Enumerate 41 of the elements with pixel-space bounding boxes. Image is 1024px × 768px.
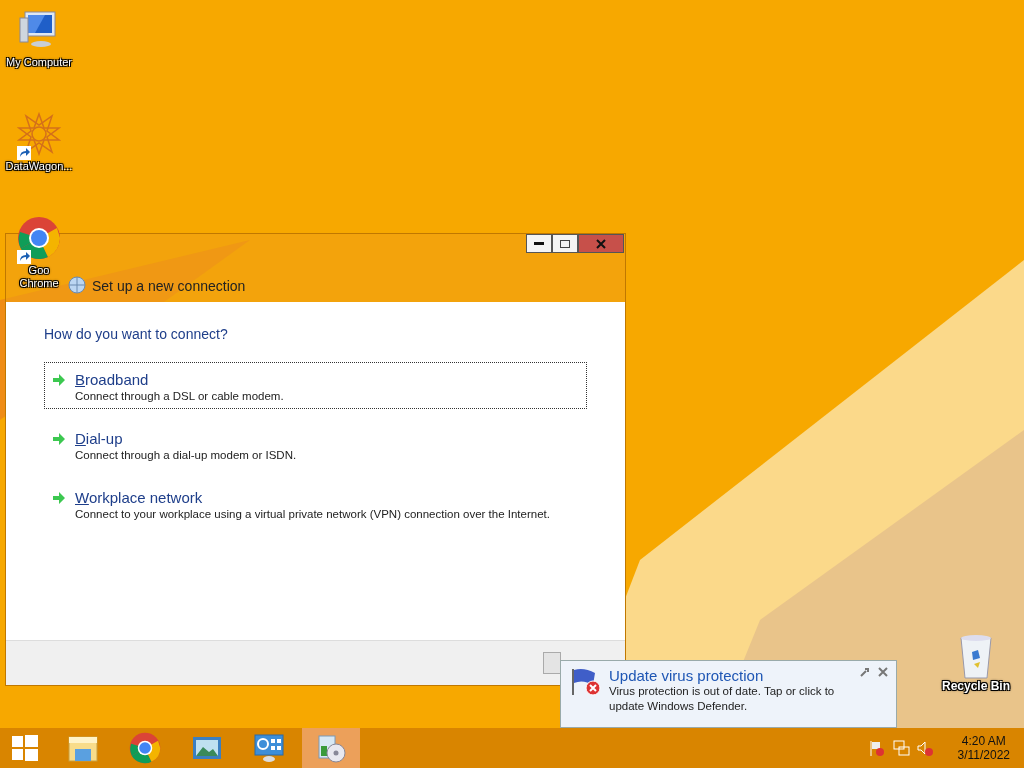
speaker-muted-icon[interactable]	[915, 739, 934, 757]
option-description: Connect through a DSL or cable modem.	[75, 390, 284, 402]
clock-time[interactable]: 4:20 AM	[961, 734, 1006, 748]
notification-title: Update virus protection	[609, 667, 765, 684]
connection-option[interactable]: Workplace network Connect to your workplace using a virtual private network (VPN) connection over the Internet.	[44, 480, 587, 527]
minimize-icon	[534, 242, 544, 245]
chrome-icon	[17, 216, 61, 260]
flag-error-icon	[569, 667, 603, 697]
option-title: Broadband	[75, 371, 150, 388]
notification-message: Virus protection is out of date. Tap or click to update Windows Defender.	[609, 684, 836, 714]
option-title: Dial-up	[75, 430, 124, 447]
picture-icon	[191, 734, 223, 762]
close-icon	[596, 238, 606, 249]
taskbar-app-button[interactable]	[302, 728, 360, 768]
folder-icon	[67, 733, 99, 763]
windows-logo-icon	[12, 735, 38, 761]
arrow-icon	[53, 492, 65, 504]
installer-icon	[315, 732, 347, 764]
close-button[interactable]	[578, 234, 624, 253]
virus-protection-toast[interactable]: Update virus protection Virus protection is out of date. Tap or click to update Windows Defender.	[560, 660, 897, 728]
maximize-icon	[560, 239, 570, 248]
star-icon	[17, 112, 61, 156]
option-description: Connect to your workplace using a virtual private network (VPN) connection over the Internet.	[75, 508, 550, 520]
recycle-bin-icon	[958, 632, 994, 680]
dialog-heading: How do you want to connect?	[44, 326, 229, 342]
option-description: Connect through a dial-up modem or ISDN.	[75, 449, 297, 461]
connection-option[interactable]: Dial-up Connect through a dial-up modem or ISDN.	[44, 421, 587, 468]
arrow-icon	[53, 374, 65, 386]
network-globe-icon	[68, 276, 86, 294]
control-panel-icon	[253, 733, 285, 763]
connection-option[interactable]: Broadband Connect through a DSL or cable modem.	[44, 362, 587, 409]
maximize-button[interactable]	[552, 234, 578, 253]
network-icon[interactable]	[891, 739, 910, 757]
window-title: Set up a new connection	[92, 278, 246, 294]
option-title: Workplace network	[75, 489, 204, 506]
flag-error-icon[interactable]	[867, 739, 886, 757]
arrow-icon	[53, 433, 65, 445]
clock-date[interactable]: 3/11/2022	[957, 748, 1010, 762]
close-icon[interactable]	[878, 667, 888, 677]
chrome-icon	[129, 732, 161, 764]
minimize-button[interactable]	[526, 234, 552, 253]
